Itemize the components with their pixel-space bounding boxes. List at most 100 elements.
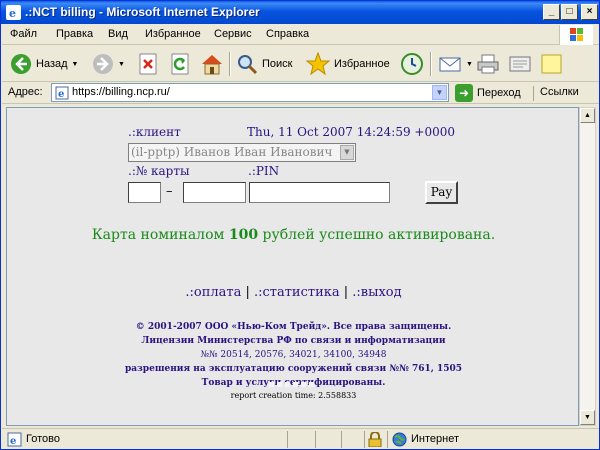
edit-button[interactable]: [508, 52, 532, 76]
security-zone-text: Интернет: [411, 433, 459, 445]
svg-text:e: e: [9, 7, 16, 20]
success-amount: 100: [228, 227, 259, 243]
go-arrow-icon: ➜: [455, 84, 473, 102]
status-divider: [341, 431, 342, 448]
note-icon: [541, 54, 562, 74]
forward-button[interactable]: ▼: [92, 52, 125, 76]
favorites-button[interactable]: Избранное: [306, 52, 390, 76]
page-nav: .:оплата | .:статистика | .:выход: [7, 285, 578, 300]
print-icon: [477, 54, 499, 74]
page-icon: e: [55, 86, 69, 100]
back-button[interactable]: Назад ▼: [10, 52, 78, 76]
menu-view[interactable]: Вид: [108, 28, 128, 40]
lock-icon: [368, 432, 382, 447]
toolbar-separator: [430, 52, 432, 76]
card-number-label: .:№ карты: [128, 164, 190, 178]
history-button[interactable]: [400, 52, 424, 76]
success-message: Карта номиналом 100 рублей успешно актив…: [7, 227, 578, 243]
refresh-button[interactable]: [170, 52, 190, 76]
links-button[interactable]: Ссылки: [533, 86, 579, 101]
pin-label: .:PIN: [248, 164, 280, 178]
footer-license-numbers: №№ 20514, 20576, 34021, 34100, 34948: [200, 350, 387, 360]
status-divider: [387, 431, 388, 448]
search-label: Поиск: [262, 58, 293, 70]
search-icon: [238, 55, 258, 75]
page-content: .:клиент Thu, 11 Oct 2007 14:24:59 +0000…: [6, 107, 579, 426]
discuss-button[interactable]: [540, 52, 564, 76]
close-button[interactable]: ×: [581, 4, 598, 20]
nav-statistics-link[interactable]: .:статистика: [254, 285, 340, 300]
footer-permits: разрешения на эксплуатацию сооружений св…: [124, 364, 463, 374]
home-icon: [202, 55, 222, 75]
client-select-value: (il-pptp) Иванов Иван Иванович: [131, 145, 333, 159]
footer-license: Лицензии Министерства РФ по связи и инфо…: [141, 336, 446, 346]
scroll-down-icon[interactable]: ▼: [580, 410, 595, 425]
address-input[interactable]: e https://billing.ncp.ru/ ▼: [51, 83, 449, 102]
window-title: .:NCT billing - Microsoft Internet Explo…: [25, 5, 260, 19]
menu-edit[interactable]: Правка: [56, 28, 93, 40]
back-label: Назад: [36, 58, 68, 70]
browser-window: e .:NCT billing - Microsoft Internet Exp…: [0, 0, 600, 450]
go-button[interactable]: ➜ Переход: [455, 83, 521, 103]
menu-file[interactable]: Файл: [10, 28, 37, 40]
client-label: .:клиент: [128, 125, 181, 139]
back-arrow-icon: [11, 54, 31, 74]
address-url: https://billing.ncp.ru/: [72, 86, 170, 98]
chevron-down-icon[interactable]: ▼: [340, 145, 354, 160]
refresh-icon: [171, 53, 189, 75]
mail-button[interactable]: ▼: [438, 52, 473, 76]
client-select[interactable]: (il-pptp) Иванов Иван Иванович ▼: [128, 143, 356, 162]
title-bar: e .:NCT billing - Microsoft Internet Exp…: [1, 1, 599, 24]
pin-input[interactable]: [249, 182, 390, 203]
nav-separator: |: [245, 285, 250, 300]
report-time: report creation time: 2.558833: [230, 391, 357, 400]
nav-payment-link[interactable]: .:оплата: [185, 285, 241, 300]
go-label: Переход: [477, 87, 521, 99]
address-bar: Адрес: e https://billing.ncp.ru/ ▼ ➜ Пер…: [2, 82, 599, 104]
svg-text:e: e: [58, 89, 64, 100]
maximize-button[interactable]: □: [561, 4, 578, 20]
windows-flag-icon: [570, 28, 583, 41]
minimize-button[interactable]: _: [543, 4, 560, 20]
datetime-text: Thu, 11 Oct 2007 14:24:59 +0000: [247, 125, 456, 139]
globe-icon: [392, 432, 407, 447]
windows-logo: [559, 25, 593, 45]
pay-button[interactable]: Pay: [425, 181, 458, 204]
menu-favorites[interactable]: Избранное: [145, 28, 201, 40]
forward-dropdown-icon[interactable]: ▼: [118, 61, 125, 68]
card-number-part1-input[interactable]: [128, 182, 161, 203]
menu-tools[interactable]: Сервис: [214, 28, 252, 40]
menu-help[interactable]: Справка: [266, 28, 309, 40]
status-divider: [364, 431, 365, 448]
menu-bar: Файл Правка Вид Избранное Сервис Справка: [2, 24, 599, 45]
success-suffix: рублей успешно активирована.: [262, 227, 496, 243]
search-button[interactable]: Поиск: [236, 52, 292, 76]
vertical-scrollbar[interactable]: ▲ ▼: [579, 107, 596, 426]
page-icon: e: [7, 432, 22, 447]
nav-separator: |: [343, 285, 349, 300]
stop-icon: [139, 53, 157, 75]
toolbar: Назад ▼ ▼ Поиск Избранное ▼: [2, 46, 599, 82]
card-number-part2-input[interactable]: [183, 182, 246, 203]
mail-dropdown-icon[interactable]: ▼: [466, 61, 473, 68]
edit-icon: [509, 56, 531, 72]
print-button[interactable]: [476, 52, 500, 76]
address-label: Адрес:: [8, 86, 43, 98]
footer: © 2001-2007 ООО «Нью-Ком Трейд». Все пра…: [7, 320, 578, 390]
nav-logout-link[interactable]: .:выход: [352, 285, 401, 300]
status-text: Готово: [26, 433, 60, 445]
status-divider: [287, 431, 288, 448]
card-dash: –: [166, 184, 173, 199]
back-dropdown-icon[interactable]: ▼: [72, 61, 79, 68]
status-bar: e Готово Интернет: [2, 428, 599, 449]
home-button[interactable]: [200, 52, 224, 76]
scroll-up-icon[interactable]: ▲: [580, 108, 595, 123]
footer-copyright: © 2001-2007 ООО «Нью-Ком Трейд». Все пра…: [135, 322, 452, 332]
stop-button[interactable]: [138, 52, 158, 76]
toolbar-separator: [229, 52, 231, 76]
svg-text:e: e: [10, 436, 16, 447]
favorites-label: Избранное: [334, 58, 390, 70]
footer-dots: [269, 382, 317, 387]
address-dropdown-icon[interactable]: ▼: [432, 85, 447, 100]
success-prefix: Карта номиналом: [91, 227, 225, 243]
